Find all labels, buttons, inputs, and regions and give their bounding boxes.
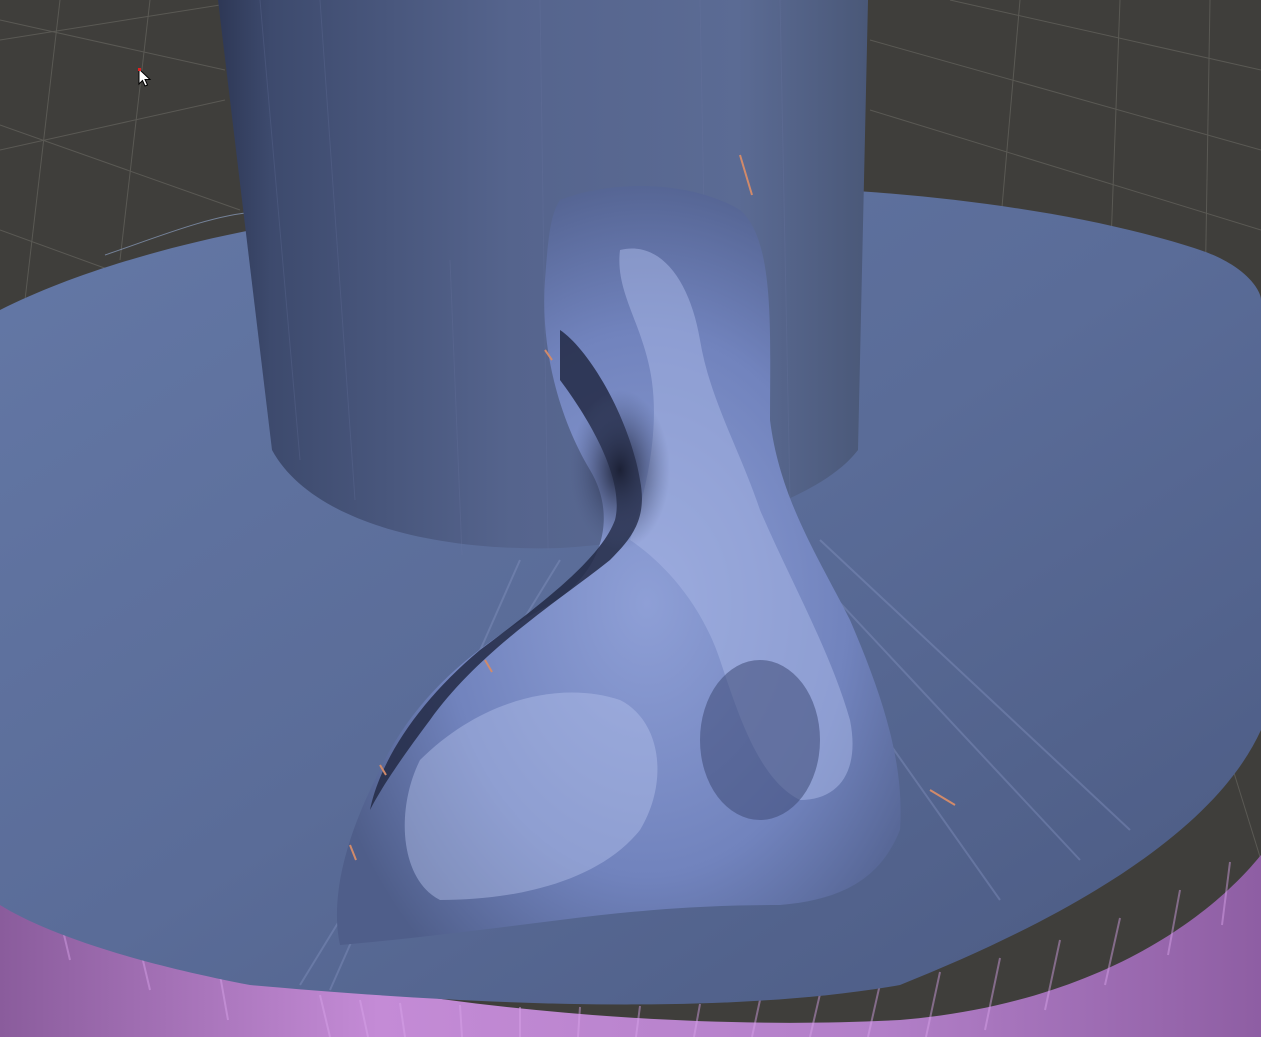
3d-viewport[interactable] bbox=[0, 0, 1261, 1037]
blob-lower-shadow bbox=[700, 660, 820, 820]
blob-hole-shadow bbox=[570, 390, 670, 550]
scene-canvas[interactable] bbox=[0, 0, 1261, 1037]
arrow-cursor-icon bbox=[138, 68, 152, 87]
